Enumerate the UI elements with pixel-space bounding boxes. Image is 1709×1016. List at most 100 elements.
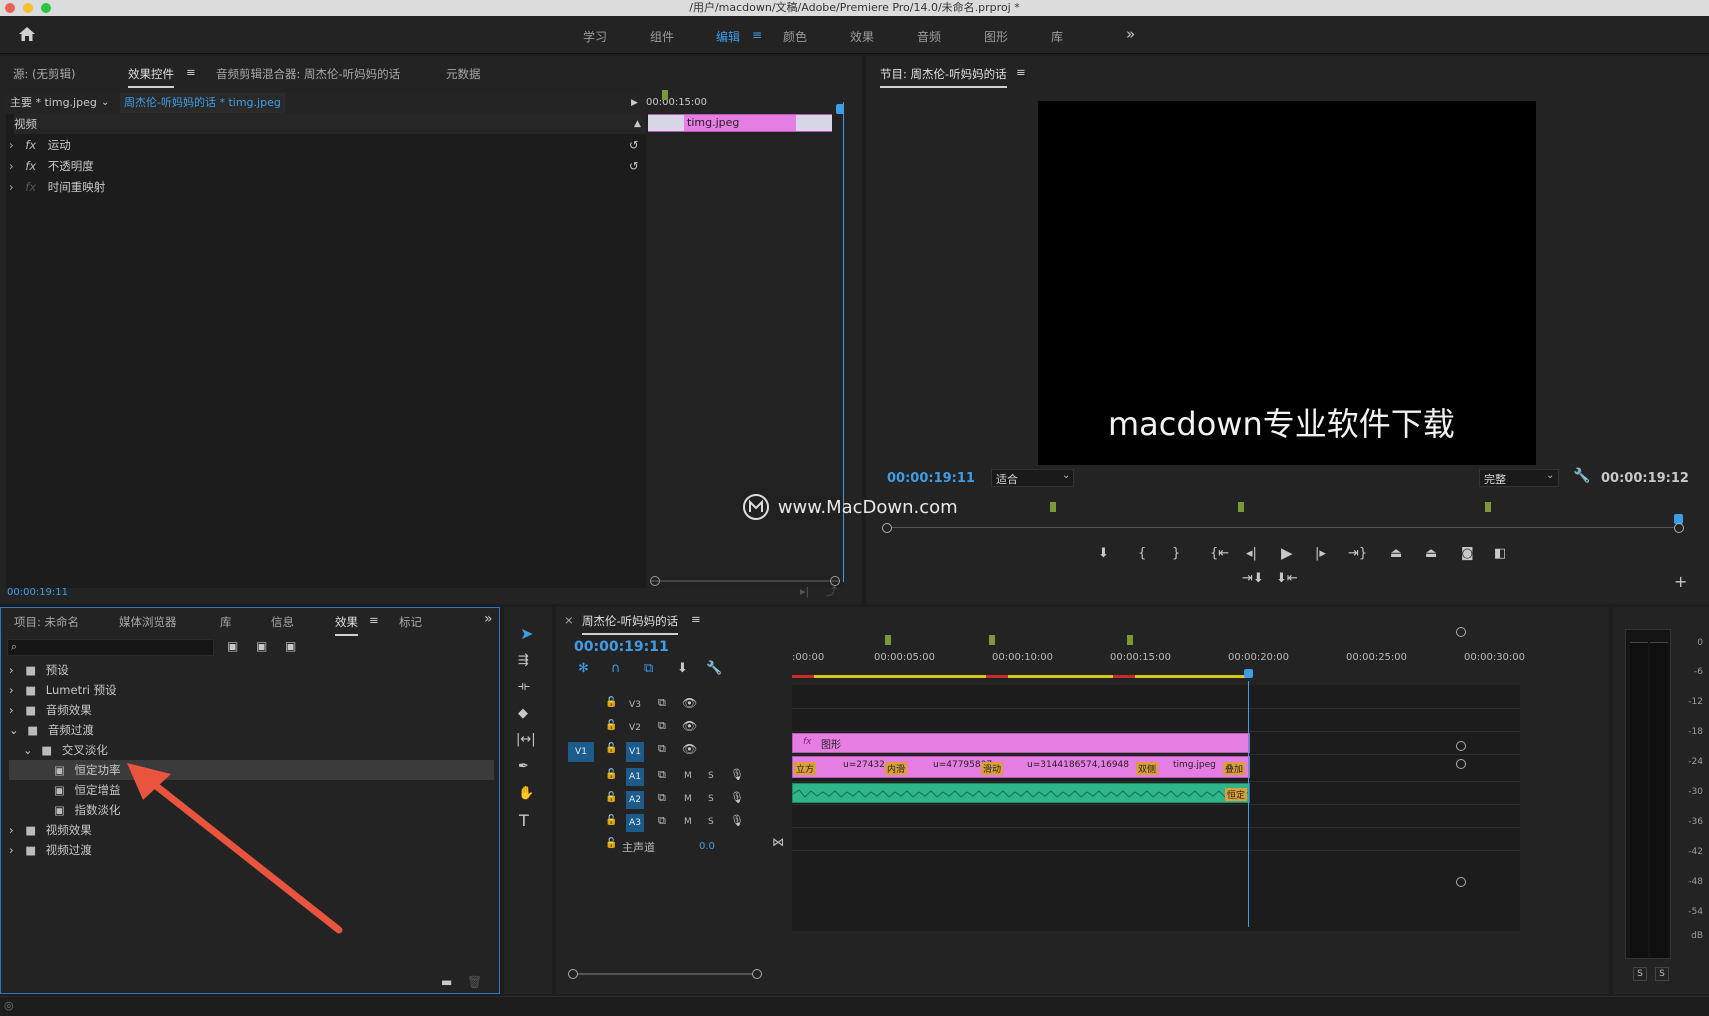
timeline-h-scrollbar[interactable]	[568, 969, 1508, 979]
mark-out-icon[interactable]: }	[1172, 547, 1180, 560]
step-back-icon[interactable]: ◂|	[1246, 547, 1257, 560]
workspace-more-icon[interactable]: »	[1126, 25, 1135, 43]
expand-chevron-icon[interactable]: ›	[9, 843, 14, 857]
reset-icon[interactable]: ↺	[629, 135, 639, 155]
tree-item-audio-transitions[interactable]: ⌄ ■ 音频过渡	[9, 720, 494, 740]
tab-source[interactable]: 源: (无剪辑)	[13, 66, 76, 82]
sync-lock-icon[interactable]: ⧉	[658, 792, 666, 803]
close-window-button[interactable]	[5, 3, 15, 13]
sync-lock-icon[interactable]: ⧉	[658, 743, 666, 754]
play-triangle-icon[interactable]: ▶	[631, 93, 638, 113]
wrench-icon[interactable]: 🔧	[706, 662, 722, 675]
workspace-learn[interactable]: 学习	[583, 28, 607, 45]
graphic-clip[interactable]: fx 图形	[792, 733, 1250, 753]
eye-icon[interactable]: 👁	[682, 720, 697, 732]
timeline-title[interactable]: 周杰伦-听妈妈的话	[582, 613, 679, 635]
filter-icon[interactable]: ▸|	[800, 586, 809, 597]
fit-select[interactable]: 适合 ⌄	[991, 469, 1074, 487]
tree-item-audio-effects[interactable]: › ■ 音频效果	[9, 700, 494, 720]
program-video-frame[interactable]: macdown专业软件下载	[1038, 101, 1536, 465]
expand-chevron-icon[interactable]: ›	[9, 138, 14, 152]
marker-icon[interactable]	[1050, 502, 1056, 512]
quality-select[interactable]: 完整 ⌄	[1479, 469, 1559, 487]
selection-tool-icon[interactable]: ➤	[520, 626, 533, 642]
tree-item-presets[interactable]: › ■ 预设	[9, 660, 494, 680]
marker-icon[interactable]	[885, 635, 891, 645]
lock-icon[interactable]: 🔓	[605, 816, 617, 826]
source-patch-v1[interactable]: V1	[568, 742, 594, 762]
razor-tool-icon[interactable]: ◆	[518, 707, 528, 720]
status-icon[interactable]: ◎	[4, 1000, 14, 1011]
track-select-tool-icon[interactable]: ⇶	[518, 654, 529, 667]
track-v1-label[interactable]: V1	[626, 742, 644, 762]
track-v2-label[interactable]: V2	[626, 719, 644, 737]
new-folder-icon[interactable]: ▬	[441, 976, 452, 988]
effects-search-input[interactable]: ⌕	[7, 639, 214, 656]
solo-button[interactable]: S	[708, 794, 714, 804]
tab-media-browser[interactable]: 媒体浏览器	[119, 614, 177, 630]
accelerated-effects-icon[interactable]: ▣	[227, 640, 238, 652]
master-volume-value[interactable]: 0.0	[699, 841, 715, 852]
mark-in-icon[interactable]: {	[1138, 547, 1146, 560]
tab-metadata[interactable]: 元数据	[446, 66, 481, 82]
v-zoom-handle[interactable]	[1456, 627, 1466, 637]
lock-icon[interactable]: 🔓	[605, 744, 617, 754]
v-zoom-handle[interactable]	[1456, 741, 1466, 751]
solo-button[interactable]: S	[708, 771, 714, 781]
transition-label[interactable]: 滑动	[981, 762, 1004, 775]
tab-markers[interactable]: 标记	[399, 614, 422, 630]
collapse-chevron-icon[interactable]: ⌄	[23, 743, 33, 757]
hand-tool-icon[interactable]: ✋	[518, 787, 534, 800]
clip-label[interactable]: u=27432	[843, 760, 885, 770]
insert-icon[interactable]: ⇥⬇	[1242, 572, 1264, 585]
effect-row-opacity[interactable]: › fx 不透明度 ↺	[9, 156, 646, 176]
microphone-icon[interactable]: 🎙	[730, 769, 744, 780]
track-a3-label[interactable]: A3	[626, 814, 644, 832]
sequence-clip-label[interactable]: 周杰伦-听妈妈的话 * timg.jpeg	[120, 93, 285, 113]
clip-label[interactable]: u=3144186574,16948	[1027, 760, 1129, 770]
minimize-window-button[interactable]	[23, 3, 33, 13]
ec-transition-out[interactable]	[796, 115, 832, 131]
timeline-ruler[interactable]: :00:00 00:00:05:00 00:00:10:00 00:00:15:…	[792, 635, 1548, 687]
mute-button[interactable]: M	[684, 817, 692, 827]
solo-button[interactable]: S	[708, 817, 714, 827]
wrench-icon[interactable]: 🔧	[1573, 469, 1590, 483]
mute-button[interactable]: M	[684, 771, 692, 781]
program-timecode[interactable]: 00:00:19:11	[887, 471, 975, 486]
tab-audio-clip-mixer[interactable]: 音频剪辑混合器: 周杰伦-听妈妈的话	[216, 66, 400, 82]
snap-magnet-icon[interactable]: ∩	[611, 662, 621, 675]
play-icon[interactable]: ▶	[1281, 546, 1293, 561]
go-to-in-icon[interactable]: {⇤	[1210, 547, 1229, 560]
solo-right-button[interactable]: S	[1655, 967, 1669, 981]
clip-label[interactable]: timg.jpeg	[1173, 760, 1216, 770]
32bit-effects-icon[interactable]: ▣	[256, 640, 267, 652]
ec-timecode[interactable]: 00:00:19:11	[7, 587, 68, 598]
panel-menu-icon[interactable]: ≡	[369, 613, 379, 627]
sync-lock-icon[interactable]: ⧉	[658, 769, 666, 780]
extract-icon[interactable]: ⏏	[1425, 547, 1437, 560]
a-zoom-handle[interactable]	[1456, 759, 1466, 769]
effect-row-motion[interactable]: › fx 运动 ↺	[9, 135, 646, 155]
expand-chevron-icon[interactable]: ›	[9, 180, 14, 194]
marker-icon[interactable]	[1485, 502, 1491, 512]
ec-zoom-scrollbar[interactable]	[650, 576, 840, 586]
tree-item-lumetri[interactable]: › ■ Lumetri 预设	[9, 680, 494, 700]
yuv-effects-icon[interactable]: ▣	[285, 640, 296, 652]
workspace-menu-icon[interactable]: ≡	[752, 28, 762, 42]
workspace-color[interactable]: 颜色	[783, 28, 807, 45]
workspace-graphics[interactable]: 图形	[984, 28, 1008, 45]
marker-icon[interactable]	[1238, 502, 1244, 512]
panel-menu-icon[interactable]: ≡	[186, 65, 196, 79]
ec-transition-in[interactable]	[648, 115, 684, 131]
v1-clip-strip[interactable]: 立方 u=27432 内滑 u=47795807 滑动 u=3144186574…	[792, 756, 1250, 778]
track-a2-label[interactable]: A2	[626, 791, 644, 809]
slip-tool-icon[interactable]: |↔|	[516, 733, 536, 746]
go-to-end-icon[interactable]: ⋈	[772, 836, 784, 848]
pen-tool-icon[interactable]: ✒	[518, 760, 529, 773]
eye-icon[interactable]: 👁	[682, 697, 697, 709]
timeline-playhead[interactable]	[1248, 681, 1249, 927]
transition-label[interactable]: 立方	[794, 762, 817, 775]
lift-icon[interactable]: ⏏	[1390, 547, 1402, 560]
tab-project[interactable]: 项目: 未命名	[14, 614, 79, 630]
panel-menu-icon[interactable]: ≡	[1016, 65, 1026, 79]
